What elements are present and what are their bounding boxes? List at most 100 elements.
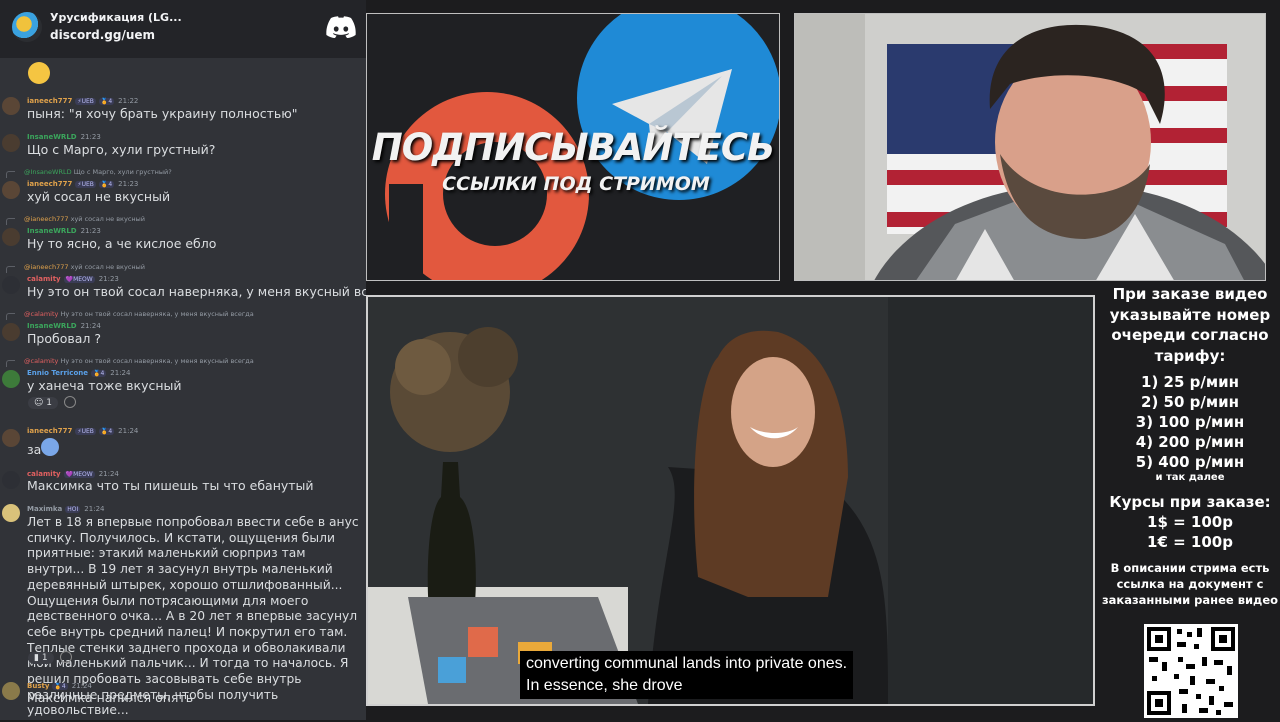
badge: 🏅4 [52,683,68,690]
badge: ⚡UEB [75,428,96,435]
reply-author: @ianeech777 [24,263,69,271]
avatar [2,682,20,700]
reply-preview: @ianeech777 хуй сосал не вкусный [5,263,145,273]
message-author: Busty [27,682,50,690]
subtitle-line: converting communal lands into private o… [526,655,848,672]
reaction-count: 1 [41,652,48,663]
reply-text: Ну это он твой сосал наверняка, у меня в… [60,357,254,365]
message-meta: InsaneWRLD 21:23 [27,133,101,141]
avatar [2,181,20,199]
avatar [2,370,20,388]
message-author: ianeech777 [27,97,73,105]
message-text: Ну то ясно, а че кислое ебло [27,236,217,251]
message-author: InsaneWRLD [27,322,77,330]
message-time: 21:23 [98,275,119,283]
reply-preview: @calamity Ну это он твой сосал наверняка… [6,357,254,367]
video-player[interactable] [366,295,1095,706]
badge: 🏅4 [98,181,115,188]
reply-author: @InsaneWRLD [24,168,72,176]
message-meta: ianeech777 ⚡UEB 🏅4 21:23 [27,180,138,188]
subscribe-banner: ПОДПИСЫВАЙТЕСЬ ССЫЛКИ ПОД СТРИМОМ [366,13,780,281]
reaction-count: 1 [46,397,52,408]
message-time: 21:23 [118,180,139,188]
reaction-emoji-icon: ☺ [34,397,47,408]
tier-list: 1) 25 р/мин 2) 50 р/мин 3) 100 р/мин 4) … [1100,372,1280,472]
server-icon [12,12,42,42]
message-time: 21:22 [118,97,139,105]
avatar [2,97,20,115]
badge: ⚡UEB [75,98,96,105]
tier-etc: и так далее [1155,472,1225,483]
message-time: 21:23 [80,227,101,235]
add-reaction-icon[interactable] [63,396,76,408]
discord-chat-widget: Урусификация (LG... discord.gg/uem ianee… [0,0,366,720]
webcam-feed [794,13,1266,281]
courses-title: Курсы при заказе: [1109,493,1271,511]
server-name: Урусификация (LG... [50,11,182,24]
reply-author: @calamity [24,310,59,318]
message-author: calamity [27,470,61,478]
message-time: 21:23 [80,133,101,141]
video-subtitles: converting communal lands into private o… [520,651,854,699]
message-time: 21:24 [80,322,101,330]
qr-code-icon [1144,624,1238,718]
message-time: 21:24 [118,427,139,435]
subtitle-line: In essence, she drove [526,677,683,694]
badge: HOI [65,506,81,513]
message-author: Ennio Terricone [27,369,88,377]
chat-header: Урусификация (LG... discord.gg/uem [0,0,366,58]
message-text: Ну это он твой сосал наверняка, у меня в… [27,284,366,299]
tier-item: 3) 100 р/мин [1135,413,1245,431]
tier-item: 2) 50 р/мин [1141,393,1239,411]
message-text: Максимка что ты пишешь ты что ебанутый [27,478,314,493]
reply-preview: @InsaneWRLD Що с Марго, хули грустный? [6,168,172,178]
message-text: Пробовал ? [27,331,101,346]
tier-item: 1) 25 р/мин [1141,373,1239,391]
message-meta: Maximka HOI 21:24 [27,505,104,513]
message-meta: InsaneWRLD 21:24 [27,322,101,330]
reaction[interactable]: ☺ 1 [28,396,76,409]
badge: 🏅4 [98,98,115,105]
avatar [2,504,20,522]
reply-text: хуй сосал не вкусный [70,215,146,223]
server-invite[interactable]: discord.gg/uem [50,28,155,42]
reply-preview: @ianeech777 хуй сосал не вкусный [5,215,146,225]
video-frame [368,297,1093,704]
rate-usd: 1$ = 100р [1147,513,1233,531]
avatar [2,323,20,341]
webcam-image [795,14,1265,280]
avatar [2,471,20,489]
message-meta: Busty 🏅4 21:24 [27,682,92,690]
badge: 🏅4 [98,428,115,435]
exchange-rates: Курсы при заказе: 1$ = 100р 1€ = 100р [1100,492,1280,552]
avatar [2,228,20,246]
message-time: 21:24 [71,682,92,690]
message-meta: ianeech777 ⚡UEB 🏅4 21:24 [27,427,138,435]
message-author: ianeech777 [27,427,73,435]
tier-item: 4) 200 р/мин [1135,433,1245,451]
reply-text: Що с Марго, хули грустный? [73,168,172,176]
reaction[interactable]: ▮ 1 [28,651,72,664]
message-author: ianeech777 [27,180,73,188]
badge: ⚡UEB [75,181,96,188]
tier-item: 5) 400 р/мин [1135,453,1245,471]
avatar [2,429,20,447]
reply-preview: @calamity Ну это он твой сосал наверняка… [6,310,254,320]
message-time: 21:24 [98,470,119,478]
message-author: InsaneWRLD [27,133,77,141]
badge: 🏅4 [90,370,107,377]
banner-title: ПОДПИСЫВАЙТЕСЬ [371,126,775,169]
message-meta: calamity 💜MEOW 21:24 [27,470,119,478]
banner-subtitle: ССЫЛКИ ПОД СТРИМОМ [442,173,710,195]
message-text: у ханеча тоже вкусный [27,378,182,393]
message-meta: calamity 💜MEOW 21:23 [27,275,119,283]
avatar [2,276,20,294]
message-text: хуй сосал не вкусный [27,189,171,204]
message-text: за [27,442,42,457]
reply-text: Ну это он твой сосал наверняка, у меня в… [60,310,254,318]
message-author: InsaneWRLD [27,227,77,235]
message-text: Максимка напился опять [27,690,194,705]
add-reaction-icon[interactable] [59,651,72,663]
message-meta: ianeech777 ⚡UEB 🏅4 21:22 [27,97,138,105]
message-meta: Ennio Terricone 🏅4 21:24 [27,369,130,377]
